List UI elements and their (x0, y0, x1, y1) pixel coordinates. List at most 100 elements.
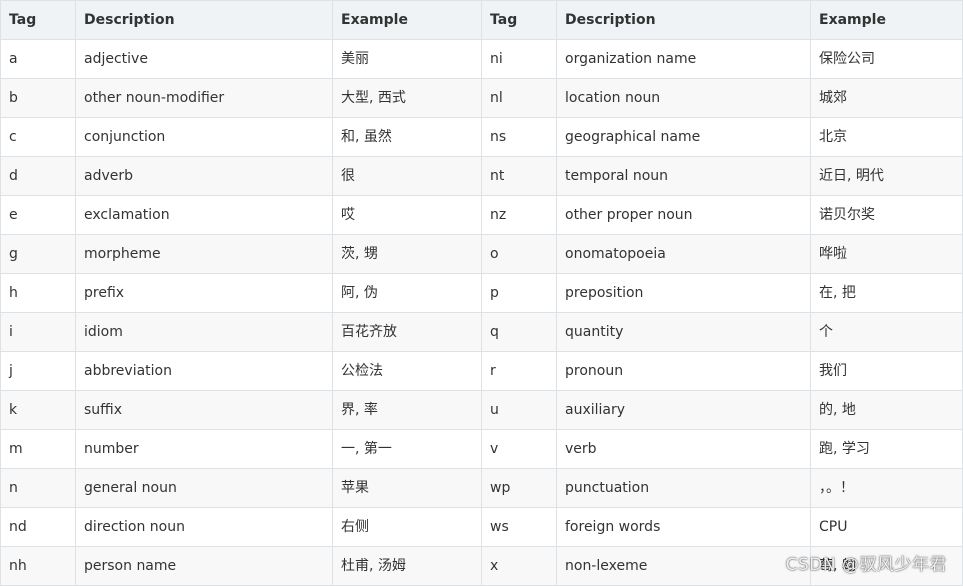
example-cell: ，。！ (810, 468, 963, 508)
tag-cell: nz (481, 195, 557, 235)
tag-cell: ns (481, 117, 557, 157)
description-cell: quantity (556, 312, 811, 352)
description-cell: other noun-modifier (75, 78, 333, 118)
example-cell: 北京 (810, 117, 963, 157)
table-row: n general noun 苹果 wp punctuation，。！ (0, 468, 963, 508)
example-cell: 近日, 明代 (810, 156, 963, 196)
table-row: b other noun-modifier 大型, 西式 nl location nou… (0, 78, 963, 118)
tag-cell: j (0, 351, 76, 391)
header-row: Tag Description Example Tag Description … (0, 0, 963, 40)
example-cell: 界, 率 (332, 390, 482, 430)
table-row: k suffix 界, 率 u auxiliary 的, 地 (0, 390, 963, 430)
example-cell: 保险公司 (810, 39, 963, 79)
tag-cell: wp (481, 468, 557, 508)
description-cell: suffix (75, 390, 333, 430)
example-cell: 杜甫, 汤姆 (332, 546, 482, 586)
table-row: e exclamation 哎 nz other proper noun 诺贝尔奖 (0, 195, 963, 235)
tag-cell: v (481, 429, 557, 469)
example-cell: 茨, 甥 (332, 234, 482, 274)
description-cell: other proper noun (556, 195, 811, 235)
description-cell: adverb (75, 156, 333, 196)
example-cell: 萄, 翱 (810, 546, 963, 586)
example-cell: 很 (332, 156, 482, 196)
table-row: d adverb 很 nt temporal noun 近日, 明代 (0, 156, 963, 196)
tag-cell: n (0, 468, 76, 508)
example-cell: 哗啦 (810, 234, 963, 274)
tag-cell: nt (481, 156, 557, 196)
header-description-2: Description (556, 0, 811, 40)
table-row: nd direction noun 右侧 ws foreign words CPU (0, 507, 963, 547)
example-cell: 诺贝尔奖 (810, 195, 963, 235)
description-cell: adjective (75, 39, 333, 79)
description-cell: pronoun (556, 351, 811, 391)
table-row: nh person name 杜甫, 汤姆 x non-lexeme 萄, 翱 (0, 546, 963, 586)
pos-tag-table: Tag Description Example Tag Description … (0, 0, 963, 586)
description-cell: non-lexeme (556, 546, 811, 586)
tag-cell: h (0, 273, 76, 313)
example-cell: 百花齐放 (332, 312, 482, 352)
description-cell: geographical name (556, 117, 811, 157)
tag-cell: o (481, 234, 557, 274)
table-row: c conjunction 和, 虽然 ns geographical name 北京 (0, 117, 963, 157)
example-cell: 公检法 (332, 351, 482, 391)
tag-cell: e (0, 195, 76, 235)
tag-cell: c (0, 117, 76, 157)
header-description-1: Description (75, 0, 333, 40)
description-cell: exclamation (75, 195, 333, 235)
description-cell: onomatopoeia (556, 234, 811, 274)
tag-cell: u (481, 390, 557, 430)
description-cell: prefix (75, 273, 333, 313)
tag-cell: q (481, 312, 557, 352)
table-row: a adjective 美丽 ni organization name 保险公司 (0, 39, 963, 79)
example-cell: 哎 (332, 195, 482, 235)
example-cell: 城郊 (810, 78, 963, 118)
example-cell: 苹果 (332, 468, 482, 508)
description-cell: direction noun (75, 507, 333, 547)
description-cell: person name (75, 546, 333, 586)
tag-cell: d (0, 156, 76, 196)
example-cell: 的, 地 (810, 390, 963, 430)
example-cell: 在, 把 (810, 273, 963, 313)
tag-cell: b (0, 78, 76, 118)
example-cell: 美丽 (332, 39, 482, 79)
example-cell: 我们 (810, 351, 963, 391)
description-cell: conjunction (75, 117, 333, 157)
table-header: Tag Description Example Tag Description … (0, 0, 963, 40)
description-cell: organization name (556, 39, 811, 79)
example-cell: 大型, 西式 (332, 78, 482, 118)
header-tag-1: Tag (0, 0, 76, 40)
table-row: m number 一, 第一 v verb 跑, 学习 (0, 429, 963, 469)
table-row: g morpheme 茨, 甥 o onomatopoeia 哗啦 (0, 234, 963, 274)
example-cell: 右侧 (332, 507, 482, 547)
tag-cell: m (0, 429, 76, 469)
table-body: a adjective 美丽 ni organization name 保险公司 b othe… (0, 39, 963, 586)
description-cell: preposition (556, 273, 811, 313)
example-cell: 和, 虽然 (332, 117, 482, 157)
description-cell: verb (556, 429, 811, 469)
description-cell: temporal noun (556, 156, 811, 196)
tag-cell: i (0, 312, 76, 352)
table-row: h prefix 阿, 伪 p preposition 在, 把 (0, 273, 963, 313)
description-cell: foreign words (556, 507, 811, 547)
table-row: i idiom 百花齐放 q quantity 个 (0, 312, 963, 352)
header-example-2: Example (810, 0, 963, 40)
header-tag-2: Tag (481, 0, 557, 40)
example-cell: 阿, 伪 (332, 273, 482, 313)
example-cell: CPU (810, 507, 963, 547)
description-cell: general noun (75, 468, 333, 508)
tag-cell: nl (481, 78, 557, 118)
example-cell: 个 (810, 312, 963, 352)
example-cell: 跑, 学习 (810, 429, 963, 469)
description-cell: location noun (556, 78, 811, 118)
tag-cell: r (481, 351, 557, 391)
tag-cell: a (0, 39, 76, 79)
tag-cell: ni (481, 39, 557, 79)
header-example-1: Example (332, 0, 482, 40)
tag-cell: ws (481, 507, 557, 547)
table-row: j abbreviation 公检法 r pronoun 我们 (0, 351, 963, 391)
description-cell: abbreviation (75, 351, 333, 391)
tag-cell: x (481, 546, 557, 586)
tag-cell: g (0, 234, 76, 274)
description-cell: morpheme (75, 234, 333, 274)
tag-cell: nh (0, 546, 76, 586)
